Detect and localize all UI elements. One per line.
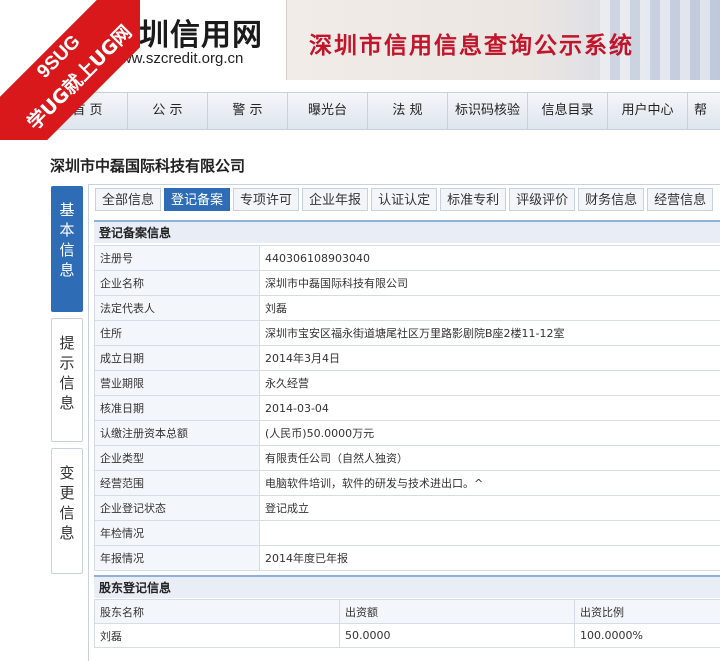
corner-ribbon: 9SUG 学UG就上UG网 — [0, 0, 140, 140]
field-label: 核准日期 — [94, 395, 260, 421]
side-tab-notice-info[interactable]: 提 示 信 息 — [51, 318, 83, 442]
subtab-ratings[interactable]: 评级评价 — [509, 188, 576, 211]
field-label: 企业登记状态 — [94, 495, 260, 521]
side-tab-char: 基 — [59, 201, 75, 219]
side-tab-char: 息 — [59, 261, 75, 279]
content-panel: 全部信息 登记备案 专项许可 企业年报 认证认定 标准专利 评级评价 财务信息 … — [88, 184, 720, 661]
field-value: 440306108903040 — [259, 245, 720, 271]
shareholder-ratio: 100.0000% — [574, 623, 720, 648]
subtab-special-permit[interactable]: 专项许可 — [233, 188, 300, 211]
field-value: 永久经营 — [259, 370, 720, 396]
subtab-bar: 全部信息 登记备案 专项许可 企业年报 认证认定 标准专利 评级评价 财务信息 … — [95, 188, 716, 211]
nav-item-exposure[interactable]: 曝光台 — [288, 93, 368, 129]
field-value: 深圳市宝安区福永街道塘尾社区万里路影剧院B座2楼11-12室 — [259, 320, 720, 346]
shareholder-name: 刘磊 — [94, 623, 340, 648]
table-row: 年检情况 — [94, 520, 720, 546]
registration-section-title: 登记备案信息 — [94, 220, 720, 243]
field-value: 有限责任公司（自然人独资） — [259, 445, 720, 471]
table-row: 成立日期 2014年3月4日 — [94, 345, 720, 371]
field-label: 经营范围 — [94, 470, 260, 496]
table-row: 经营范围 电脑软件培训，软件的研发与技术进出口。^ — [94, 470, 720, 496]
registration-table: 注册号 440306108903040 企业名称 深圳市中磊国际科技有限公司 法定代… — [94, 245, 720, 571]
ribbon-badge: 9SUG 学UG就上UG网 — [0, 0, 140, 140]
nav-item-regulations[interactable]: 法 规 — [368, 93, 448, 129]
side-tab-char: 息 — [59, 394, 75, 412]
side-tab-char: 信 — [59, 374, 75, 392]
column-header-name: 股东名称 — [94, 599, 340, 624]
side-tab-basic-info[interactable]: 基 本 信 息 — [51, 186, 83, 312]
table-row: 企业登记状态 登记成立 — [94, 495, 720, 521]
subtab-standards-patents[interactable]: 标准专利 — [440, 188, 507, 211]
company-title: 深圳市中磊国际科技有限公司 — [50, 157, 246, 175]
table-row: 刘磊 50.0000 100.0000% — [94, 623, 720, 648]
table-row: 企业类型 有限责任公司（自然人独资） — [94, 445, 720, 471]
side-tab-char: 本 — [59, 221, 75, 239]
table-header-row: 股东名称 出资额 出资比例 — [94, 599, 720, 624]
field-label: 企业名称 — [94, 270, 260, 296]
subtab-registration[interactable]: 登记备案 — [164, 188, 231, 211]
field-label: 成立日期 — [94, 345, 260, 371]
table-row: 法定代表人 刘磊 — [94, 295, 720, 321]
shareholder-table: 股东名称 出资额 出资比例 刘磊 50.0000 100.0000% — [94, 599, 720, 648]
header-banner: 深圳市信用信息查询公示系统 — [286, 0, 720, 80]
field-value: 电脑软件培训，软件的研发与技术进出口。^ — [259, 470, 720, 496]
side-tab-char: 信 — [59, 504, 75, 522]
field-label: 年检情况 — [94, 520, 260, 546]
field-value: 2014-03-04 — [259, 395, 720, 421]
nav-item-warning[interactable]: 警 示 — [208, 93, 288, 129]
shareholder-amount: 50.0000 — [339, 623, 575, 648]
nav-item-help[interactable]: 帮 — [688, 93, 720, 129]
side-tab-char: 示 — [59, 354, 75, 372]
field-value: 2014年3月4日 — [259, 345, 720, 371]
table-row: 认缴注册资本总额 (人民币)50.0000万元 — [94, 420, 720, 446]
field-label: 营业期限 — [94, 370, 260, 396]
field-label: 住所 — [94, 320, 260, 346]
ribbon-line-2: 学UG就上UG网 — [23, 21, 137, 135]
subtab-certification[interactable]: 认证认定 — [371, 188, 438, 211]
side-tab-char: 提 — [59, 334, 75, 352]
shareholder-section-title: 股东登记信息 — [94, 575, 720, 598]
nav-item-publicity[interactable]: 公 示 — [128, 93, 208, 129]
subtab-operations[interactable]: 经营信息 — [647, 188, 714, 211]
side-tab-char: 息 — [59, 524, 75, 542]
nav-item-catalog[interactable]: 信息目录 — [528, 93, 608, 129]
table-row: 核准日期 2014-03-04 — [94, 395, 720, 421]
field-label: 认缴注册资本总额 — [94, 420, 260, 446]
nav-item-id-verify[interactable]: 标识码核验 — [448, 93, 528, 129]
field-label: 企业类型 — [94, 445, 260, 471]
banner-title: 深圳市信用信息查询公示系统 — [309, 32, 634, 59]
column-header-amount: 出资额 — [339, 599, 575, 624]
field-value: 深圳市中磊国际科技有限公司 — [259, 270, 720, 296]
side-tab-char: 变 — [59, 464, 75, 482]
field-value: 2014年度已年报 — [259, 545, 720, 571]
subtab-annual-report[interactable]: 企业年报 — [302, 188, 369, 211]
subtab-all-info[interactable]: 全部信息 — [95, 188, 162, 211]
side-tab-char: 信 — [59, 241, 75, 259]
field-value — [259, 520, 720, 546]
side-tab-char: 更 — [59, 484, 75, 502]
table-row: 营业期限 永久经营 — [94, 370, 720, 396]
table-row: 企业名称 深圳市中磊国际科技有限公司 — [94, 270, 720, 296]
main-nav: 首 页 公 示 警 示 曝光台 法 规 标识码核验 信息目录 用户中心 帮 — [48, 92, 720, 130]
side-tab-change-info[interactable]: 变 更 信 息 — [51, 448, 83, 574]
field-value: (人民币)50.0000万元 — [259, 420, 720, 446]
field-value: 刘磊 — [259, 295, 720, 321]
field-value: 登记成立 — [259, 495, 720, 521]
table-row: 年报情况 2014年度已年报 — [94, 545, 720, 571]
field-label: 年报情况 — [94, 545, 260, 571]
field-label: 注册号 — [94, 245, 260, 271]
column-header-ratio: 出资比例 — [574, 599, 720, 624]
subtab-finance[interactable]: 财务信息 — [578, 188, 645, 211]
table-row: 住所 深圳市宝安区福永街道塘尾社区万里路影剧院B座2楼11-12室 — [94, 320, 720, 346]
field-label: 法定代表人 — [94, 295, 260, 321]
nav-item-user-center[interactable]: 用户中心 — [608, 93, 688, 129]
table-row: 注册号 440306108903040 — [94, 245, 720, 271]
